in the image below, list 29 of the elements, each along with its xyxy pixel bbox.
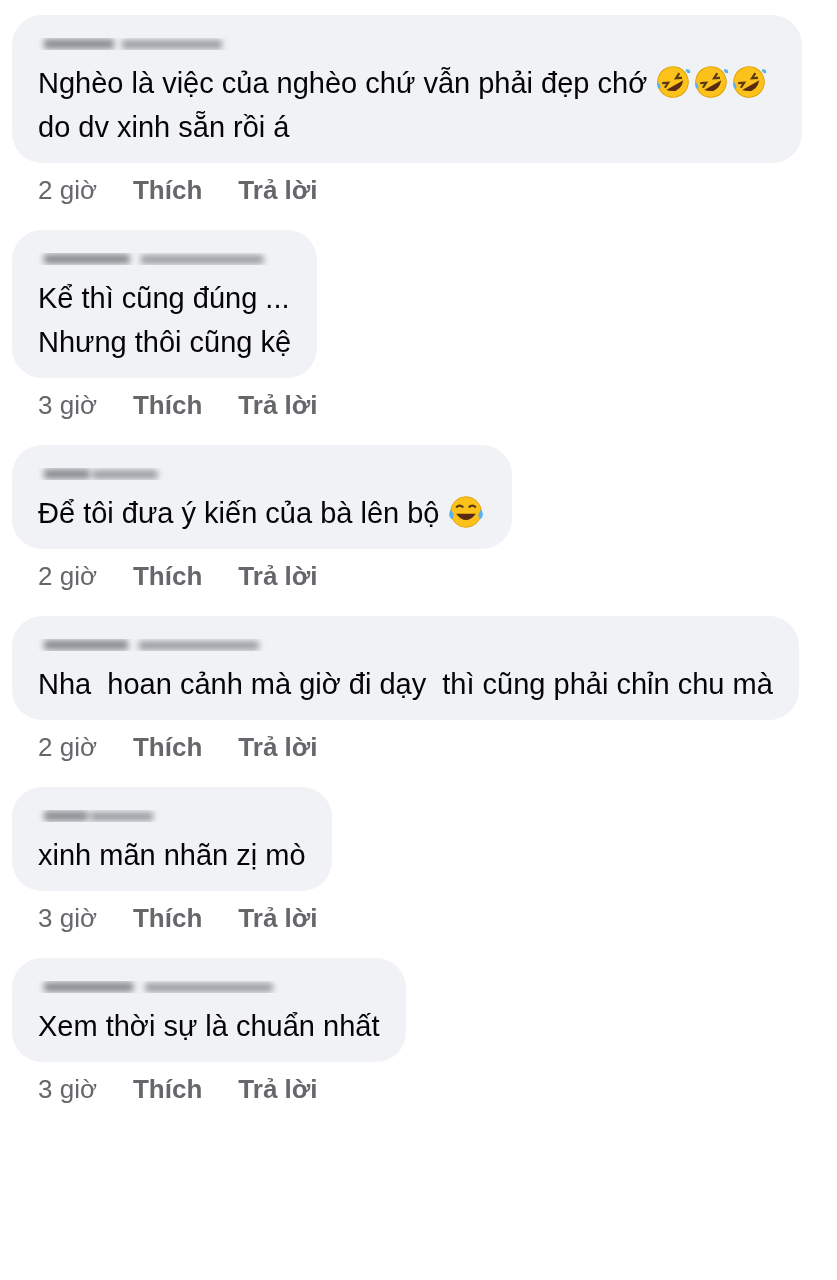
like-link[interactable]: Thích — [133, 903, 203, 934]
comment-time: 3 giờ — [38, 903, 97, 934]
like-link[interactable]: Thích — [133, 175, 203, 206]
comment-time: 2 giờ — [38, 175, 97, 206]
like-link[interactable]: Thích — [133, 390, 203, 421]
comment-text: Nghèo là việc của nghèo chứ vẫn phải đẹp chớ — [38, 67, 649, 99]
rolling-laughing-emoji-icon — [731, 64, 768, 100]
reply-link[interactable]: Trả lời — [238, 732, 318, 763]
comment-text: Để tôi đưa ý kiến của bà lên bộ — [38, 497, 441, 529]
reply-link[interactable]: Trả lời — [238, 561, 318, 592]
reply-link[interactable]: Trả lời — [238, 1074, 318, 1105]
comment-time: 3 giờ — [38, 390, 97, 421]
comment-time: 2 giờ — [38, 732, 97, 763]
comment-text: xinh mãn nhãn zị mò — [38, 839, 306, 871]
like-link[interactable]: Thích — [133, 732, 203, 763]
comment-text: Xem thời sự là chuẩn nhất — [38, 1010, 380, 1042]
tears-of-joy-emoji-icon — [447, 494, 484, 530]
comment-text: Nha hoan cảnh mà giờ đi dạy thì cũng phải chỉn chu mà — [38, 668, 773, 700]
rolling-laughing-emoji-icon — [655, 64, 692, 100]
comment-time: 3 giờ — [38, 1074, 97, 1105]
reply-link[interactable]: Trả lời — [238, 390, 318, 421]
like-link[interactable]: Thích — [133, 561, 203, 592]
comment-text: do dv xinh sẵn rồi á — [38, 111, 290, 143]
like-link[interactable]: Thích — [133, 1074, 203, 1105]
reply-link[interactable]: Trả lời — [238, 175, 318, 206]
rolling-laughing-emoji-icon — [693, 64, 730, 100]
reply-link[interactable]: Trả lời — [238, 903, 318, 934]
comment-time: 2 giờ — [38, 561, 97, 592]
comment-text: Kể thì cũng đúng ... Nhưng thôi cũng kệ — [38, 282, 292, 358]
